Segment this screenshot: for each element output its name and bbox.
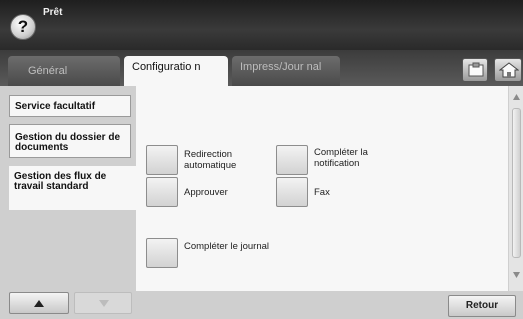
sidebar-scroll-up-button[interactable] (9, 292, 69, 314)
help-icon: ? (17, 17, 29, 36)
option-label: Redirection automatique (184, 149, 237, 171)
help-button[interactable]: ? (10, 14, 36, 40)
option-button[interactable] (146, 238, 178, 268)
home-icon (499, 62, 519, 78)
scrollbar[interactable] (508, 86, 523, 291)
tab-bar: Général Configuratio n Impress/Jour nal (0, 50, 523, 87)
option-label: Approuver (184, 187, 228, 198)
option-button[interactable] (276, 145, 308, 175)
scroll-up-icon[interactable] (512, 93, 521, 101)
arrow-down-icon (99, 300, 109, 307)
sidebar-scroll-down-button[interactable] (74, 292, 132, 314)
option-button[interactable] (146, 145, 178, 175)
option-button[interactable] (146, 177, 178, 207)
tab-configuration[interactable]: Configuratio n (124, 56, 228, 87)
sidebar-item-service-facultatif[interactable]: Service facultatif (9, 95, 131, 117)
option-label: Fax (314, 187, 330, 198)
option-label: Compléter la notification (314, 147, 368, 169)
tab-impress-journal[interactable]: Impress/Jour nal (232, 56, 340, 86)
clipboard-button[interactable] (462, 58, 488, 82)
home-button[interactable] (494, 58, 522, 82)
status-text: Prêt (43, 7, 63, 18)
device-screen: ? Prêt Général Configuratio n Impress/Jo… (0, 0, 523, 319)
back-button[interactable]: Retour (448, 295, 516, 317)
tab-general[interactable]: Général (8, 56, 120, 86)
clipboard-icon (468, 62, 484, 77)
bottom-bar: Retour (136, 291, 523, 319)
arrow-up-icon (34, 300, 44, 307)
scroll-down-icon[interactable] (512, 271, 521, 279)
option-button[interactable] (276, 177, 308, 207)
scrollbar-thumb[interactable] (512, 108, 521, 258)
options-panel: Redirection automatique Compléter la not… (136, 86, 508, 291)
sidebar: Service facultatif Gestion du dossier de… (0, 86, 136, 319)
option-label: Compléter le journal (184, 241, 270, 252)
sidebar-item-gestion-flux[interactable]: Gestion des flux de travail standard (9, 166, 136, 210)
sidebar-item-gestion-dossier[interactable]: Gestion du dossier de documents (9, 124, 131, 158)
header-bar: ? Prêt (0, 0, 523, 50)
